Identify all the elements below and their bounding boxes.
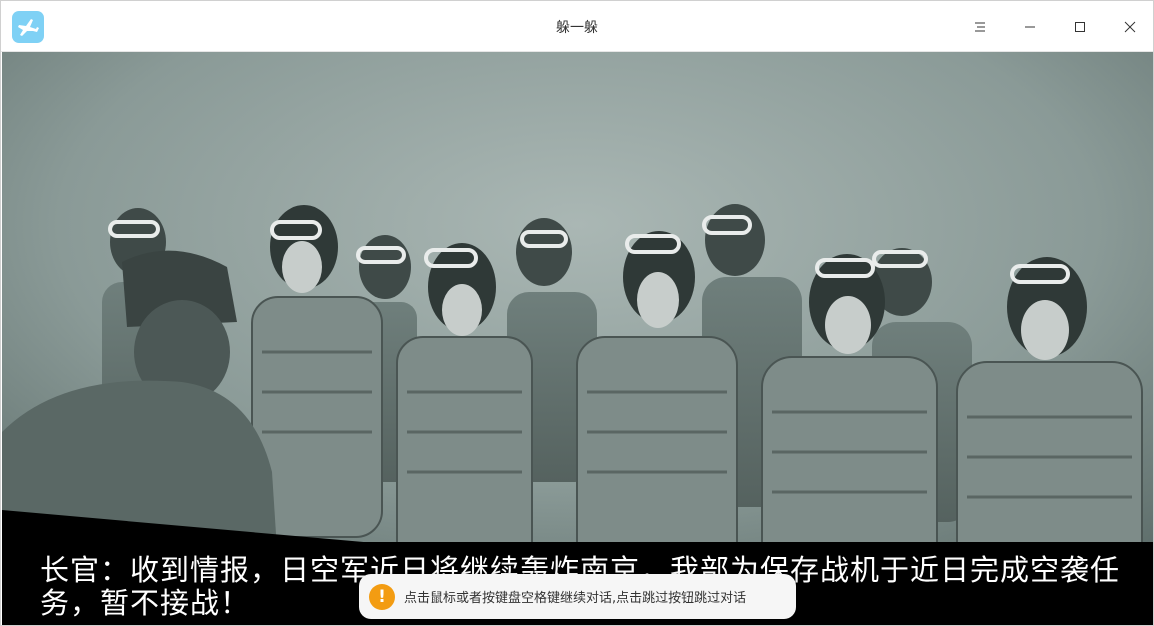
caption-band (2, 510, 1153, 625)
title-bar[interactable]: 躲一躲 (1, 1, 1153, 52)
close-button[interactable] (1115, 12, 1145, 42)
menu-icon (975, 22, 985, 32)
game-scene[interactable]: 长官：收到情报，日空军近日将继续轰炸南京，我部为保存战机于近日完成空袭任务，暂不… (2, 52, 1153, 625)
warning-icon: ! (369, 583, 395, 610)
minimize-button[interactable] (1015, 12, 1045, 42)
close-icon (1124, 21, 1136, 33)
menu-button[interactable] (965, 12, 995, 42)
maximize-icon (1075, 22, 1085, 32)
app-window: 躲一躲 长官：收到情报，日空军近日将继续轰炸南京，我部为保存战机于近日完成空袭任… (0, 0, 1154, 626)
maximize-button[interactable] (1065, 12, 1095, 42)
hint-toast: ! 点击鼠标或者按键盘空格键继续对话,点击跳过按钮跳过对话 (359, 574, 796, 619)
hint-text: 点击鼠标或者按键盘空格键继续对话,点击跳过按钮跳过对话 (404, 591, 747, 606)
minimize-icon (1025, 26, 1035, 28)
